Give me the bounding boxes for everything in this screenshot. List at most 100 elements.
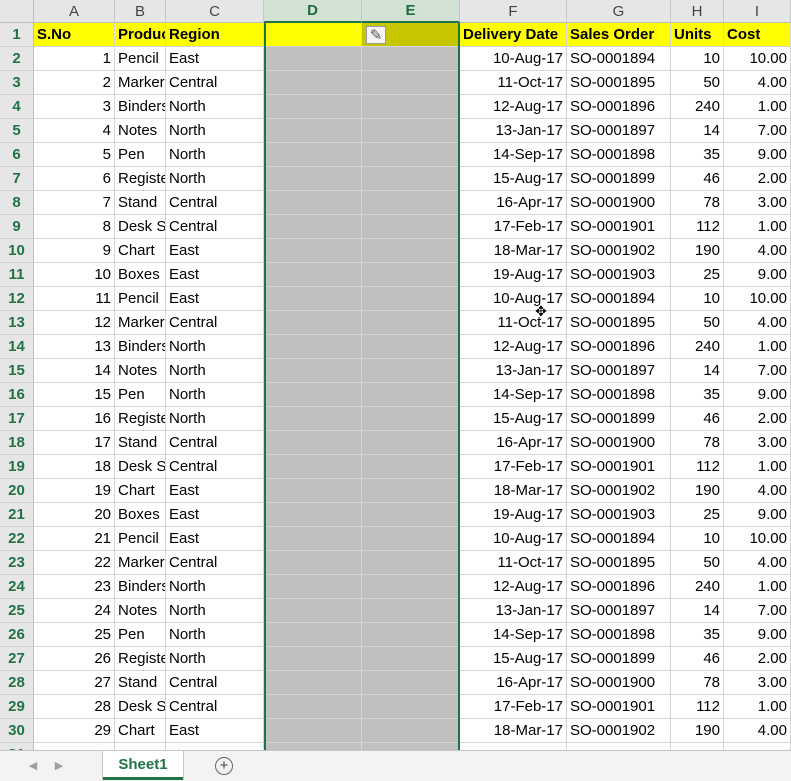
cell-h8[interactable]: 78 xyxy=(671,191,724,215)
cell-e25[interactable] xyxy=(362,599,460,623)
cell-f26[interactable]: 14-Sep-17 xyxy=(460,623,567,647)
cell-b2[interactable]: Pencil xyxy=(115,47,166,71)
cell-g5[interactable]: SO-0001897 xyxy=(567,119,671,143)
cell-g19[interactable]: SO-0001901 xyxy=(567,455,671,479)
cell-b7[interactable]: Register xyxy=(115,167,166,191)
cell-e20[interactable] xyxy=(362,479,460,503)
cell-c16[interactable]: North xyxy=(166,383,264,407)
cell-b10[interactable]: Chart xyxy=(115,239,166,263)
cell-c22[interactable]: East xyxy=(166,527,264,551)
cell-f28[interactable]: 16-Apr-17 xyxy=(460,671,567,695)
cell-d16[interactable] xyxy=(264,383,362,407)
cell-e6[interactable] xyxy=(362,143,460,167)
cell-f13[interactable]: 11-Oct-17 xyxy=(460,311,567,335)
cell-d11[interactable] xyxy=(264,263,362,287)
row-header[interactable]: 28 xyxy=(0,671,34,695)
cell-g15[interactable]: SO-0001897 xyxy=(567,359,671,383)
row-header[interactable]: 15 xyxy=(0,359,34,383)
cell-g22[interactable]: SO-0001894 xyxy=(567,527,671,551)
row-header[interactable]: 3 xyxy=(0,71,34,95)
cell-b23[interactable]: Markers xyxy=(115,551,166,575)
cell-d19[interactable] xyxy=(264,455,362,479)
cell-c18[interactable]: Central xyxy=(166,431,264,455)
cell-i19[interactable]: 1.00 xyxy=(724,455,791,479)
cell-a14[interactable]: 13 xyxy=(34,335,115,359)
cell-g29[interactable]: SO-0001901 xyxy=(567,695,671,719)
cell-c3[interactable]: Central xyxy=(166,71,264,95)
row-header[interactable]: 26 xyxy=(0,623,34,647)
cell-a23[interactable]: 22 xyxy=(34,551,115,575)
cell-f29[interactable]: 17-Feb-17 xyxy=(460,695,567,719)
cell-b20[interactable]: Chart xyxy=(115,479,166,503)
cell-i14[interactable]: 1.00 xyxy=(724,335,791,359)
cell-e21[interactable] xyxy=(362,503,460,527)
cell-a29[interactable]: 28 xyxy=(34,695,115,719)
cell-g7[interactable]: SO-0001899 xyxy=(567,167,671,191)
cell-d14[interactable] xyxy=(264,335,362,359)
cell-a30[interactable]: 29 xyxy=(34,719,115,743)
column-header-f[interactable]: F xyxy=(460,0,567,23)
cell-i3[interactable]: 4.00 xyxy=(724,71,791,95)
cell-d20[interactable] xyxy=(264,479,362,503)
column-header-e[interactable]: E xyxy=(362,0,460,23)
cell-a27[interactable]: 26 xyxy=(34,647,115,671)
cell-d5[interactable] xyxy=(264,119,362,143)
row-header[interactable]: 18 xyxy=(0,431,34,455)
cell-c20[interactable]: East xyxy=(166,479,264,503)
row-header[interactable]: 21 xyxy=(0,503,34,527)
row-header[interactable]: 12 xyxy=(0,287,34,311)
cell-a17[interactable]: 16 xyxy=(34,407,115,431)
cell-d12[interactable] xyxy=(264,287,362,311)
cell-f12[interactable]: 10-Aug-17 xyxy=(460,287,567,311)
cell-e9[interactable] xyxy=(362,215,460,239)
cell-a1[interactable]: S.No xyxy=(34,23,115,47)
cell-d23[interactable] xyxy=(264,551,362,575)
cell-h6[interactable]: 35 xyxy=(671,143,724,167)
cell-i11[interactable]: 9.00 xyxy=(724,263,791,287)
next-sheet-icon[interactable]: ▶ xyxy=(52,757,66,775)
cell-i13[interactable]: 4.00 xyxy=(724,311,791,335)
cell-e23[interactable] xyxy=(362,551,460,575)
cell-d27[interactable] xyxy=(264,647,362,671)
cell-b14[interactable]: Binders xyxy=(115,335,166,359)
cell-b17[interactable]: Register xyxy=(115,407,166,431)
row-header[interactable]: 17 xyxy=(0,407,34,431)
cell-h31[interactable] xyxy=(671,743,724,750)
row-header[interactable]: 10 xyxy=(0,239,34,263)
cell-b24[interactable]: Binders xyxy=(115,575,166,599)
cell-c2[interactable]: East xyxy=(166,47,264,71)
cell-f14[interactable]: 12-Aug-17 xyxy=(460,335,567,359)
cell-g12[interactable]: SO-0001894 xyxy=(567,287,671,311)
cell-a18[interactable]: 17 xyxy=(34,431,115,455)
cell-c12[interactable]: East xyxy=(166,287,264,311)
cell-i29[interactable]: 1.00 xyxy=(724,695,791,719)
cell-i10[interactable]: 4.00 xyxy=(724,239,791,263)
cell-d21[interactable] xyxy=(264,503,362,527)
cell-b11[interactable]: Boxes xyxy=(115,263,166,287)
cell-b4[interactable]: Binders xyxy=(115,95,166,119)
cell-a6[interactable]: 5 xyxy=(34,143,115,167)
cell-f16[interactable]: 14-Sep-17 xyxy=(460,383,567,407)
cell-c1[interactable]: Region xyxy=(166,23,264,47)
cell-e17[interactable] xyxy=(362,407,460,431)
row-header[interactable]: 4 xyxy=(0,95,34,119)
spreadsheet-grid[interactable]: ABCDEFGHI 1 2 3 4 5 6 7 8 9 10 11 12 13 14 15 16 17 18 19 2… xyxy=(0,0,791,750)
cell-d3[interactable] xyxy=(264,71,362,95)
cell-g25[interactable]: SO-0001897 xyxy=(567,599,671,623)
cell-a4[interactable]: 3 xyxy=(34,95,115,119)
column-header-d[interactable]: D xyxy=(264,0,362,23)
cell-e2[interactable] xyxy=(362,47,460,71)
cell-a10[interactable]: 9 xyxy=(34,239,115,263)
cell-h29[interactable]: 112 xyxy=(671,695,724,719)
cell-f19[interactable]: 17-Feb-17 xyxy=(460,455,567,479)
cell-d18[interactable] xyxy=(264,431,362,455)
cell-c11[interactable]: East xyxy=(166,263,264,287)
cell-c27[interactable]: North xyxy=(166,647,264,671)
cell-g23[interactable]: SO-0001895 xyxy=(567,551,671,575)
cell-b13[interactable]: Markers xyxy=(115,311,166,335)
cell-i18[interactable]: 3.00 xyxy=(724,431,791,455)
cell-e4[interactable] xyxy=(362,95,460,119)
cell-g1[interactable]: Sales Order xyxy=(567,23,671,47)
cell-f21[interactable]: 19-Aug-17 xyxy=(460,503,567,527)
cell-c25[interactable]: North xyxy=(166,599,264,623)
